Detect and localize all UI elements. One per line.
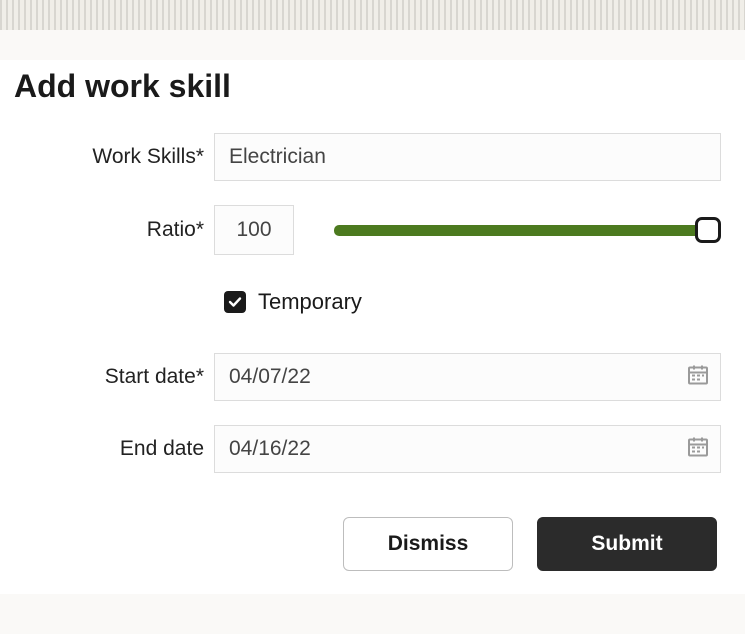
add-work-skill-form: Work Skills* Ratio* Temporary Start date… <box>0 133 745 571</box>
ratio-slider[interactable] <box>334 217 721 243</box>
dismiss-button[interactable]: Dismiss <box>343 517 513 571</box>
decorative-sub-strip <box>0 30 745 60</box>
work-skills-label: Work Skills* <box>0 145 214 169</box>
temporary-label: Temporary <box>258 289 362 315</box>
work-skills-input[interactable] <box>214 133 721 181</box>
check-icon <box>228 295 242 309</box>
submit-button[interactable]: Submit <box>537 517 717 571</box>
decorative-bottom-strip <box>0 594 745 634</box>
end-date-input[interactable] <box>214 425 721 473</box>
decorative-top-strip <box>0 0 745 30</box>
start-date-label: Start date* <box>0 365 214 389</box>
slider-track <box>334 225 708 236</box>
start-date-input[interactable] <box>214 353 721 401</box>
ratio-input[interactable] <box>214 205 294 255</box>
end-date-label: End date <box>0 437 214 461</box>
page-title: Add work skill <box>14 68 745 105</box>
temporary-checkbox[interactable] <box>224 291 246 313</box>
slider-thumb[interactable] <box>695 217 721 243</box>
ratio-label: Ratio* <box>0 218 214 242</box>
